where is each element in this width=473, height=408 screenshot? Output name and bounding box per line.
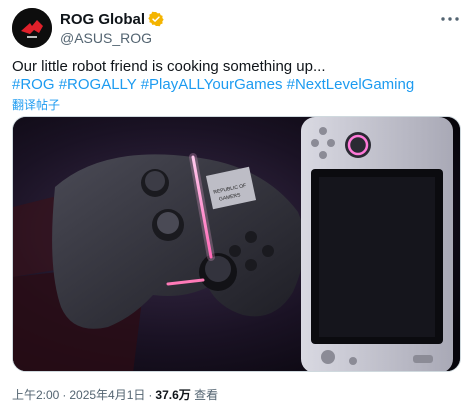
author-display-name[interactable]: ROG Global [60, 11, 145, 28]
hashtag-link[interactable]: #PlayALLYourGames [141, 76, 283, 93]
more-dots-icon[interactable] [439, 10, 461, 28]
gaming-devices-photo: REPUBLIC OF GAMERS [13, 117, 460, 371]
hashtag-link[interactable]: #NextLevelGaming [287, 76, 415, 93]
tweet-date[interactable]: 2025年4月1日 [69, 388, 145, 402]
verified-badge-icon [148, 11, 164, 27]
rog-logo-icon [12, 8, 52, 48]
hashtag-link[interactable]: #ROGALLY [59, 76, 137, 93]
tweet-meta: 上午2:00 · 2025年4月1日 · 37.6万 查看 [12, 386, 218, 403]
meta-separator: · [148, 388, 153, 402]
author-handle[interactable]: @ASUS_ROG [60, 30, 164, 46]
views-label: 查看 [194, 388, 219, 402]
translate-post-link[interactable]: 翻译帖子 [12, 96, 60, 113]
tweet-time[interactable]: 上午2:00 [12, 388, 59, 402]
tweet-media-image[interactable]: REPUBLIC OF GAMERS [12, 116, 461, 372]
author-names: ROG Global @ASUS_ROG [60, 10, 164, 46]
tweet-header: ROG Global @ASUS_ROG [12, 8, 461, 48]
hashtag-link[interactable]: #ROG [12, 76, 55, 93]
author-avatar[interactable] [12, 8, 52, 48]
views-count: 37.6万 [155, 388, 191, 402]
tweet-text: Our little robot friend is cooking somet… [12, 58, 326, 75]
tweet-hashtags: #ROG #ROGALLY #PlayALLYourGames #NextLev… [12, 75, 461, 95]
tweet-card: ROG Global @ASUS_ROG Our little robot fr… [0, 0, 473, 408]
meta-separator: · [62, 388, 67, 402]
